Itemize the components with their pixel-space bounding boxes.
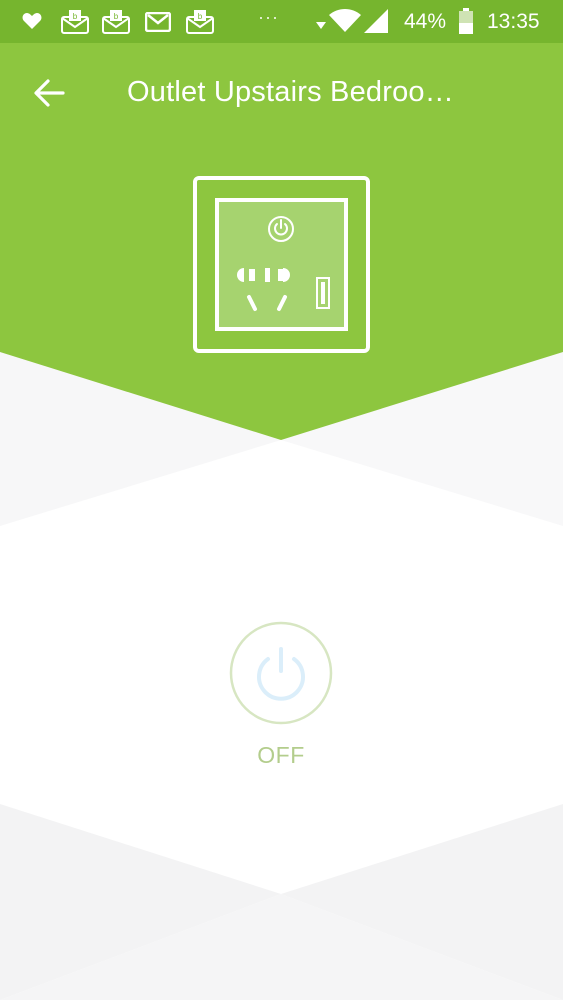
heart-icon <box>22 13 42 29</box>
svg-text:b: b <box>198 12 203 21</box>
data-arrow-icon <box>316 22 326 29</box>
power-icon <box>229 621 333 725</box>
mail-inbox-icon: b <box>102 10 130 34</box>
overflow-dots: ··· <box>258 7 279 27</box>
status-bar: b b b ··· 44% 13:35 <box>0 0 563 43</box>
wifi-icon <box>329 9 361 32</box>
battery-icon <box>459 8 473 34</box>
svg-text:b: b <box>114 12 119 21</box>
battery-percent: 44% <box>404 10 447 33</box>
gmail-icon <box>145 12 171 32</box>
cell-signal-icon <box>364 9 388 33</box>
outlet-illustration-icon <box>193 176 370 353</box>
svg-text:b: b <box>73 12 78 21</box>
background <box>0 0 563 1000</box>
power-state-label: OFF <box>257 742 305 768</box>
page-title: Outlet Upstairs Bedroo… <box>127 76 454 108</box>
arrow-back-icon <box>34 79 65 107</box>
clock: 13:35 <box>487 10 540 33</box>
power-toggle-button[interactable] <box>229 621 333 725</box>
mail-inbox-icon: b <box>61 10 89 34</box>
app-bar: Outlet Upstairs Bedroo… <box>0 43 563 143</box>
back-button[interactable] <box>28 71 72 115</box>
mail-inbox-icon: b <box>186 10 214 34</box>
